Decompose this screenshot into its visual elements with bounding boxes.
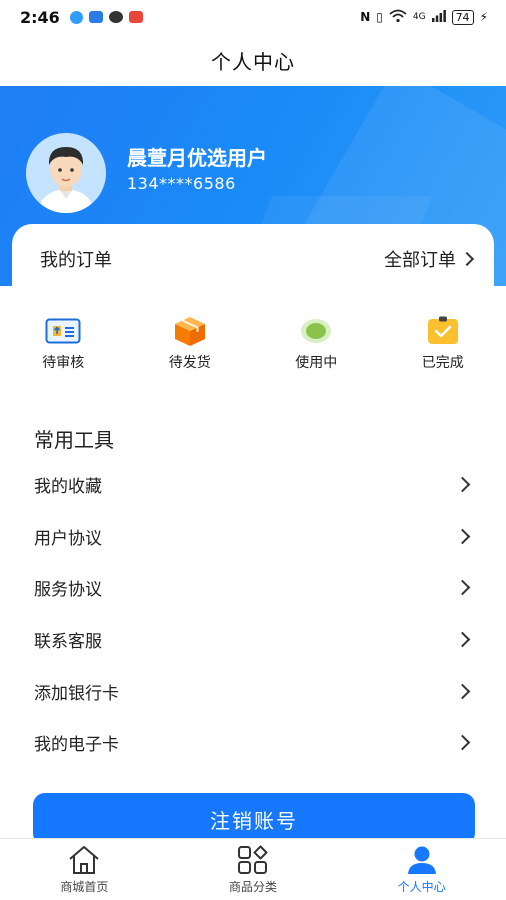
tab-label: 商品分类 (229, 880, 278, 894)
wifi-icon (389, 9, 407, 26)
category-icon (236, 844, 270, 876)
package-icon (172, 316, 208, 346)
cloud-notification-icon (88, 11, 103, 23)
all-orders-label: 全部订单 (384, 250, 456, 271)
nfc-icon: N (360, 10, 371, 24)
tab-label: 个人中心 (397, 880, 446, 894)
battery-indicator: 74 (451, 9, 474, 25)
order-header: 我的订单 全部订单 (12, 224, 494, 294)
tab-label: 商城首页 (60, 880, 109, 894)
message-notification-icon (108, 11, 123, 23)
order-title: 我的订单 (40, 250, 112, 271)
tool-favorites[interactable]: 我的收藏 (0, 459, 506, 511)
tools-title: 常用工具 (34, 428, 114, 452)
chevron-right-icon (454, 477, 471, 493)
user-phone: 134****6586 (127, 174, 236, 193)
user-name: 晨萱月优选用户 (127, 146, 267, 170)
chevron-right-icon (454, 734, 471, 751)
chevron-right-icon (454, 631, 471, 648)
nav-bar: 个人中心 (0, 34, 506, 86)
order-status-pending-review[interactable]: 待审核 (0, 316, 127, 376)
tool-service-agreement[interactable]: 服务协议 (0, 562, 506, 614)
tool-list: 我的收藏 用户协议 服务协议 联系客服 添加银行卡 我的电子卡 (0, 459, 506, 769)
all-orders-link[interactable]: 全部订单 (384, 246, 475, 272)
charging-icon: ⚡ (479, 10, 488, 24)
tool-label: 用户协议 (34, 528, 102, 549)
chevron-right-icon (454, 683, 471, 699)
tool-label: 联系客服 (34, 632, 102, 653)
chevron-right-icon (454, 528, 471, 545)
tool-label: 添加银行卡 (34, 683, 119, 704)
app-notification-icon-2 (128, 11, 143, 23)
pending-review-icon (45, 316, 81, 346)
tab-home[interactable]: 商城首页 (0, 839, 169, 900)
chevron-right-icon (454, 580, 471, 596)
status-time: 2:46 (20, 7, 60, 27)
tab-bar: 商城首页 商品分类 个人中心 (0, 838, 506, 900)
tool-contact-support[interactable]: 联系客服 (0, 614, 506, 666)
order-status-list: 待审核 待发货 使用中 已完成 (0, 316, 506, 376)
status-left: 2:46 (20, 8, 143, 27)
order-status-label: 已完成 (421, 355, 464, 371)
tool-label: 我的电子卡 (34, 735, 119, 756)
status-bar: 2:46 N ▯ 4G 74 ⚡ (0, 0, 506, 34)
order-status-label: 待发货 (168, 355, 211, 371)
signal-icon (431, 9, 446, 25)
chevron-right-icon (459, 251, 475, 267)
tool-user-agreement[interactable]: 用户协议 (0, 511, 506, 563)
completed-icon (425, 316, 461, 346)
tool-e-card[interactable]: 我的电子卡 (0, 717, 506, 769)
avatar[interactable] (26, 133, 106, 213)
order-status-in-use[interactable]: 使用中 (253, 316, 380, 376)
tool-add-bank-card[interactable]: 添加银行卡 (0, 665, 506, 717)
network-type: 4G (412, 12, 426, 22)
order-status-completed[interactable]: 已完成 (380, 316, 506, 376)
home-icon (67, 844, 101, 876)
vibrate-icon: ▯ (376, 10, 383, 24)
order-status-label: 待审核 (42, 355, 85, 371)
status-right: N ▯ 4G 74 ⚡ (360, 9, 488, 26)
user-icon (405, 844, 439, 876)
page-title: 个人中心 (211, 49, 295, 74)
tool-label: 我的收藏 (34, 477, 102, 498)
in-use-icon (298, 316, 334, 346)
app-notification-icon (69, 10, 83, 24)
tab-profile[interactable]: 个人中心 (337, 839, 506, 900)
order-status-to-ship[interactable]: 待发货 (127, 316, 254, 376)
tab-category[interactable]: 商品分类 (169, 839, 338, 900)
tool-label: 服务协议 (34, 580, 102, 601)
avatar-image (26, 133, 106, 213)
order-status-label: 使用中 (295, 355, 338, 371)
